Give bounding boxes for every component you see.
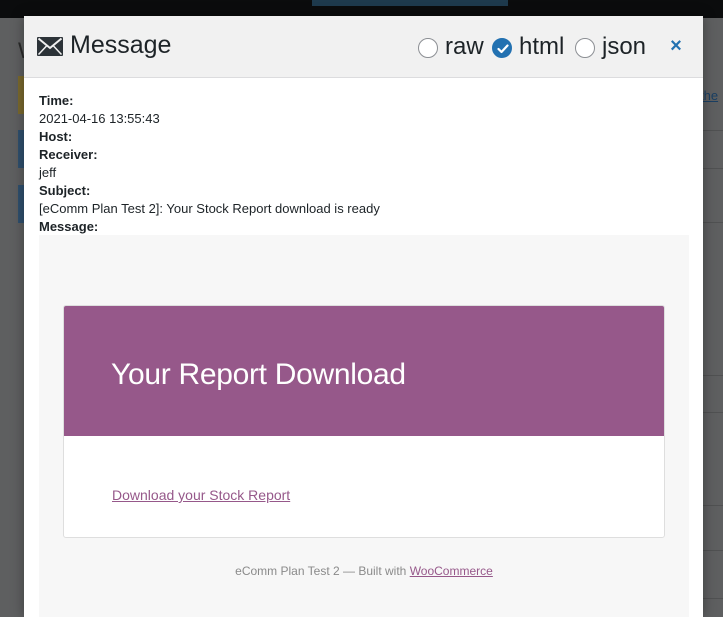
time-label: Time:	[39, 93, 74, 108]
checkmark-icon	[497, 44, 509, 54]
radio-label-raw[interactable]: raw	[445, 33, 484, 61]
email-footer-text: eComm Plan Test 2 — Built with	[235, 564, 410, 578]
woocommerce-link[interactable]: WooCommerce	[410, 564, 493, 578]
message-label: Message:	[39, 219, 99, 234]
modal-header: Message raw html json ×	[24, 16, 703, 78]
topbar-badge	[312, 0, 508, 6]
envelope-icon	[37, 37, 63, 56]
email-header: Your Report Download	[64, 306, 664, 436]
subject-label: Subject:	[39, 183, 91, 198]
subject-value: [eComm Plan Test 2]: Your Stock Report d…	[39, 201, 380, 216]
format-option-html[interactable]: html	[492, 33, 572, 63]
message-html-preview: Your Report Download Download your Stock…	[39, 235, 689, 617]
receiver-value: jeff	[39, 165, 57, 180]
host-label: Host:	[39, 129, 73, 144]
message-modal: Message raw html json × Time: 2021-04-16…	[24, 16, 703, 617]
modal-title: Message	[70, 31, 172, 59]
format-option-json[interactable]: json	[575, 33, 655, 63]
radio-label-json[interactable]: json	[602, 33, 646, 61]
email-card: Your Report Download Download your Stock…	[63, 305, 665, 538]
close-icon[interactable]: ×	[665, 35, 687, 57]
time-value: 2021-04-16 13:55:43	[39, 111, 160, 126]
radio-json[interactable]	[575, 38, 595, 58]
email-footer: eComm Plan Test 2 — Built with WooCommer…	[39, 564, 689, 578]
radio-raw[interactable]	[418, 38, 438, 58]
download-report-link[interactable]: Download your Stock Report	[112, 487, 290, 503]
receiver-label: Receiver:	[39, 147, 98, 162]
format-option-raw[interactable]: raw	[418, 33, 488, 63]
radio-label-html[interactable]: html	[519, 33, 564, 61]
radio-html-checked[interactable]	[492, 38, 512, 58]
email-heading: Your Report Download	[111, 358, 406, 391]
